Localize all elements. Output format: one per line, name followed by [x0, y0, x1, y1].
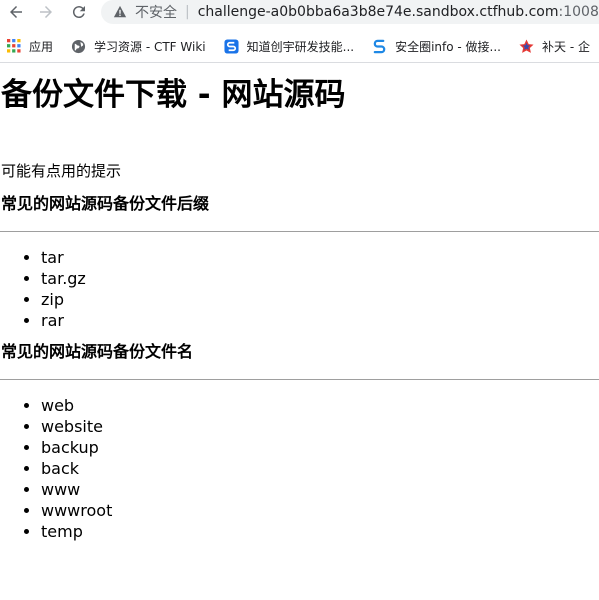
- bookmark-label: 学习资源 - CTF Wiki: [94, 39, 206, 54]
- hint-text: 可能有点用的提示: [1, 162, 122, 180]
- page-title: 备份文件下载 - 网站源码: [1, 77, 346, 113]
- address-bar[interactable]: 不安全 | challenge-a0b0bba6a3b8e74e.sandbox…: [101, 0, 599, 24]
- browser-toolbar: 不安全 | challenge-a0b0bba6a3b8e74e.sandbox…: [0, 0, 599, 26]
- reload-icon: [72, 6, 85, 19]
- suffix-heading: 常见的网站源码备份文件后缀: [1, 194, 210, 213]
- arrow-left-icon: [10, 6, 22, 18]
- s-logo-icon: [372, 39, 387, 54]
- list-item: zip: [41, 289, 599, 310]
- url-port: :10080: [558, 4, 599, 20]
- divider: [0, 231, 599, 232]
- url-divider: |: [185, 4, 190, 20]
- filename-heading: 常见的网站源码备份文件名: [1, 342, 194, 361]
- list-item: temp: [41, 521, 599, 542]
- filename-list: web website backup back www wwwroot temp: [0, 395, 599, 542]
- list-item: backup: [41, 437, 599, 458]
- bookmark-apps[interactable]: 应用: [6, 38, 53, 55]
- suffix-list: tar tar.gz zip rar: [0, 247, 599, 331]
- bookmark-ctf-wiki[interactable]: 学习资源 - CTF Wiki: [71, 38, 206, 55]
- bookmark-butian[interactable]: 补天 - 企: [519, 38, 590, 55]
- list-item: rar: [41, 310, 599, 331]
- star-icon: [519, 38, 534, 54]
- list-item: wwwroot: [41, 500, 599, 521]
- list-item: website: [41, 416, 599, 437]
- list-item: tar: [41, 247, 599, 268]
- page-content: 备份文件下载 - 网站源码 可能有点用的提示 常见的网站源码备份文件后缀 tar…: [0, 63, 599, 542]
- bookmark-label: 补天 - 企: [542, 39, 590, 54]
- bookmark-knownsec[interactable]: 知道创宇研发技能...: [224, 38, 354, 55]
- list-item: tar.gz: [41, 268, 599, 289]
- list-item: www: [41, 479, 599, 500]
- bookmark-label: 知道创宇研发技能...: [246, 39, 355, 54]
- bookmarks-bar: 应用 学习资源 - CTF Wiki 知道创宇研发技能... 安全圈info -…: [0, 30, 599, 63]
- bookmark-anquanquan[interactable]: 安全圈info - 做接...: [372, 38, 501, 55]
- knownsec-icon: [224, 38, 239, 54]
- globe-icon: [71, 39, 86, 54]
- reload-button[interactable]: [68, 1, 90, 23]
- back-button[interactable]: [5, 1, 27, 23]
- security-status[interactable]: 不安全: [135, 2, 177, 22]
- warning-icon: [113, 5, 127, 19]
- divider: [0, 379, 599, 380]
- list-item: web: [41, 395, 599, 416]
- bookmark-label: 应用: [29, 39, 54, 54]
- url-host: challenge-a0b0bba6a3b8e74e.sandbox.ctfhu…: [197, 4, 559, 20]
- arrow-right-icon: [40, 6, 52, 18]
- bookmark-label: 安全圈info - 做接...: [395, 39, 501, 54]
- apps-grid-icon: [6, 39, 21, 54]
- forward-button[interactable]: [35, 1, 57, 23]
- list-item: back: [41, 458, 599, 479]
